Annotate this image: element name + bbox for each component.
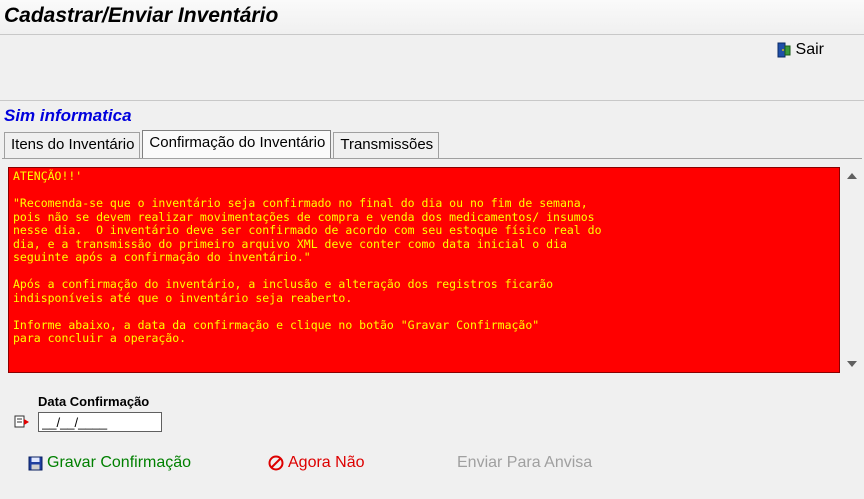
prohibited-icon — [268, 455, 284, 471]
floppy-disk-icon — [28, 456, 43, 470]
tab-bar: Itens do Inventário Confirmação do Inven… — [4, 130, 441, 159]
scroll-down-arrow-icon[interactable] — [847, 361, 857, 367]
save-confirmation-label: Gravar Confirmação — [47, 454, 192, 471]
scroll-up-arrow-icon[interactable] — [847, 173, 857, 179]
exit-door-icon — [777, 42, 791, 58]
send-to-anvisa-button[interactable]: Enviar Para Anvisa — [457, 454, 592, 472]
title-bar: Cadastrar/Enviar Inventário — [0, 0, 864, 34]
tab-confirmacao-inventario[interactable]: Confirmação do Inventário — [142, 130, 332, 159]
window-title: Cadastrar/Enviar Inventário — [4, 4, 279, 27]
save-confirmation-button[interactable]: Gravar Confirmação — [28, 454, 191, 472]
toolbar: Sair — [0, 34, 864, 68]
tab-transmissoes[interactable]: Transmissões — [333, 132, 440, 158]
send-to-anvisa-label: Enviar Para Anvisa — [457, 454, 593, 471]
field-pointer-icon — [14, 415, 29, 428]
filter-band — [0, 67, 864, 101]
exit-label: Sair — [795, 41, 824, 58]
not-now-button[interactable]: Agora Não — [268, 454, 365, 472]
exit-button[interactable]: Sair — [777, 41, 824, 59]
company-name: Sim informatica — [4, 106, 132, 125]
date-confirmation-label: Data Confirmação — [38, 394, 150, 409]
not-now-label: Agora Não — [288, 454, 365, 471]
warning-notice-text[interactable]: ATENÇÃO!!' "Recomenda-se que o inventári… — [8, 167, 840, 373]
notice-scrollbar[interactable] — [842, 167, 862, 373]
date-confirmation-input[interactable] — [38, 412, 162, 432]
tab-itens-inventario[interactable]: Itens do Inventário — [4, 132, 141, 158]
